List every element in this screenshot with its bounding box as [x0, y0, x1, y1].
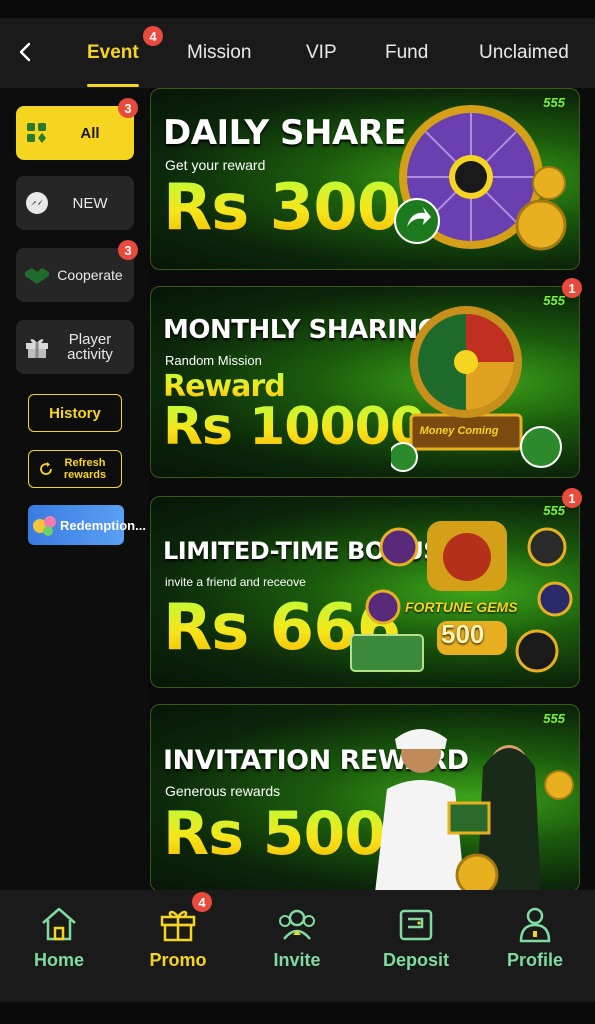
nav-label: Invite — [273, 950, 321, 970]
nav-profile[interactable]: Profile — [485, 904, 585, 971]
people-icon — [247, 904, 347, 944]
refresh-rewards-button[interactable]: Refresh rewards — [28, 450, 122, 488]
promo-banner-invitation-reward[interactable]: 555 INVITATION REWARD Generous rewards R… — [150, 704, 580, 892]
wheel-caption: Money Coming — [419, 425, 499, 437]
redemption-button[interactable]: Redemption... — [28, 505, 146, 545]
history-label: History — [49, 404, 101, 422]
banner-subtitle: invite a friend and receove — [165, 575, 306, 589]
sidebar-cooperate-badge: 3 — [118, 240, 138, 260]
banner-subtitle: Random Mission — [165, 353, 262, 368]
redemption-label: Redemption... — [60, 517, 146, 533]
sidebar-item-label: Player activity — [67, 331, 113, 363]
nav-promo-badge: 4 — [192, 892, 212, 912]
nav-label: Deposit — [382, 950, 449, 970]
prize-wheel-icon — [394, 105, 567, 251]
sidebar-item-cooperate[interactable]: Cooperate — [16, 248, 134, 302]
top-tab-bar: Event 4 Mission VIP Fund Unclaimed — [0, 18, 595, 88]
tab-event[interactable]: Event — [87, 42, 139, 64]
category-sidebar: All 3 NEW Cooperate 3 Player activity Hi… — [0, 88, 148, 890]
status-bar-strip — [0, 0, 595, 18]
nav-invite[interactable]: Invite — [247, 904, 347, 971]
refresh-rewards-label: Refresh rewards — [63, 457, 107, 481]
wallet-icon — [366, 904, 466, 944]
gift-box-icon — [128, 904, 228, 944]
sidebar-item-label: All — [80, 124, 100, 142]
sidebar-item-new[interactable]: NEW — [16, 176, 134, 230]
promo-banner-monthly-sharing[interactable]: 555 MONTHLY SHARING Random Mission Rewar… — [150, 286, 580, 478]
people-exchanging-gift-illustration — [375, 729, 574, 891]
nav-label: Home — [33, 950, 84, 970]
nav-home[interactable]: Home — [9, 904, 109, 971]
nav-label: Promo — [149, 950, 207, 970]
sidebar-item-all[interactable]: All — [16, 106, 134, 160]
sidebar-item-label: Cooperate — [57, 266, 123, 283]
promo-banner-limited-time-bonus[interactable]: 555 LIMITED-TIME BONUS invite a friend a… — [150, 496, 580, 688]
gift-icon — [24, 334, 50, 360]
home-indicator-strip — [0, 1002, 595, 1024]
tab-unclaimed[interactable]: Unclaimed — [479, 42, 569, 64]
messenger-icon — [24, 190, 50, 216]
nav-promo[interactable]: Promo — [128, 904, 228, 971]
banner-amount: Rs 300 — [163, 171, 401, 245]
user-icon — [485, 904, 585, 944]
tab-fund[interactable]: Fund — [385, 42, 428, 64]
sidebar-item-player-activity[interactable]: Player activity — [16, 320, 134, 374]
tab-vip[interactable]: VIP — [306, 42, 337, 64]
sidebar-item-label: NEW — [72, 194, 108, 212]
tab-event-badge: 4 — [143, 26, 163, 46]
banner-badge: 1 — [562, 488, 582, 508]
nav-deposit[interactable]: Deposit — [366, 904, 466, 971]
bottom-navigation: Home Promo 4 Invite Deposit Profile — [0, 890, 595, 1002]
sidebar-all-badge: 3 — [118, 98, 138, 118]
promo-banner-daily-share[interactable]: 555 DAILY SHARE Get your reward Rs 300 — [150, 88, 580, 270]
banner-subtitle: Generous rewards — [165, 783, 281, 799]
home-icon — [9, 904, 109, 944]
back-arrow-icon[interactable] — [14, 40, 38, 64]
nav-label: Profile — [506, 950, 563, 970]
money-wheel-icon — [391, 306, 562, 472]
history-button[interactable]: History — [28, 394, 122, 432]
game-number: 500 — [441, 619, 485, 649]
redemption-icon — [33, 516, 56, 536]
banner-title: DAILY SHARE — [163, 113, 407, 153]
refresh-icon — [40, 462, 52, 475]
tab-mission[interactable]: Mission — [187, 42, 251, 64]
banner-badge: 1 — [562, 278, 582, 298]
game-name: FORTUNE GEMS — [405, 599, 518, 615]
banner-amount: Rs 10000 — [163, 397, 426, 457]
grid-icon — [24, 120, 50, 146]
active-tab-indicator — [87, 84, 139, 87]
handshake-icon — [24, 262, 50, 288]
